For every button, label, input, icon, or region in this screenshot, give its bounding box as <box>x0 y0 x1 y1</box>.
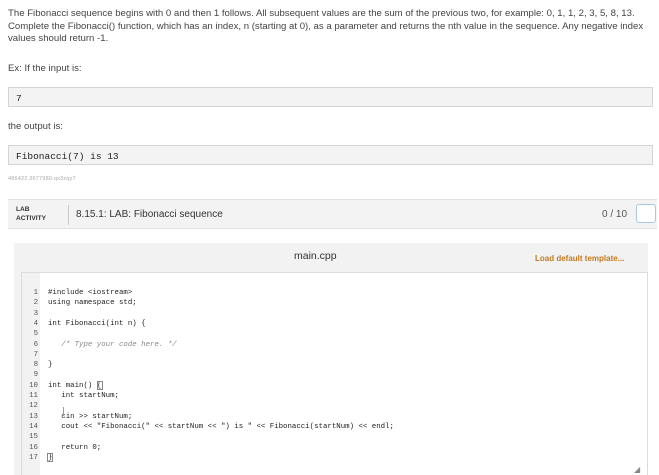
line-number: 9 <box>33 371 38 380</box>
completion-checkbox-icon <box>636 204 656 223</box>
lab-activity-tag: LAB ACTIVITY <box>16 206 46 223</box>
line-number: 6 <box>33 340 38 349</box>
lab-tag-line1: LAB <box>16 206 30 213</box>
lab-score: 0 / 10 <box>602 209 628 220</box>
problem-description: The Fibonacci sequence begins with 0 and… <box>8 8 653 46</box>
code-line: return 0; <box>48 443 102 452</box>
example-output-label: the output is: <box>8 121 63 132</box>
code-line: cin >> startNum; <box>48 412 133 421</box>
line-number: 3 <box>33 309 38 318</box>
indent-guide <box>63 407 64 416</box>
brace-match-highlight <box>47 452 53 462</box>
code-editor[interactable]: 1 #include <iostream> 2 using namespace std… <box>21 272 648 475</box>
code-line: using namespace std; <box>48 299 137 308</box>
header-divider <box>68 205 69 225</box>
line-number: 17 <box>29 453 38 462</box>
line-number: 16 <box>29 443 38 452</box>
line-number: 10 <box>29 381 38 390</box>
code-line: #include <iostream> <box>48 289 133 297</box>
line-number: 2 <box>33 299 38 308</box>
lab-title: 8.15.1: LAB: Fibonacci sequence <box>76 209 223 220</box>
line-number: 8 <box>33 361 38 370</box>
line-number: 4 <box>33 319 38 328</box>
file-name: main.cpp <box>294 250 337 262</box>
line-number: 12 <box>29 402 38 411</box>
line-number: 14 <box>29 422 38 431</box>
code-line: cout << "Fibonacci(" << startNum << ") i… <box>48 422 394 431</box>
example-output-box: Fibonacci(7) is 13 <box>8 145 653 165</box>
line-number: 5 <box>33 330 38 339</box>
example-input-box: 7 <box>8 87 653 107</box>
code-line: /* Type your code here. */ <box>48 340 177 349</box>
code-line: int startNum; <box>48 392 119 400</box>
code-line: } <box>48 361 53 370</box>
line-number: 13 <box>29 412 38 421</box>
content-hash: 486422.3677980.qx3zqy7 <box>8 176 76 182</box>
description-paragraph: The Fibonacci sequence begins with 0 and… <box>8 8 644 45</box>
code-line: int Fibonacci(int n) { <box>48 319 146 328</box>
code-line: int main() { <box>48 381 102 390</box>
brace-match-highlight <box>97 380 103 390</box>
line-number: 7 <box>33 350 38 359</box>
line-number: 15 <box>29 433 38 442</box>
example-input-label: Ex: If the input is: <box>8 63 82 74</box>
load-default-template-link[interactable]: Load default template... <box>535 254 624 263</box>
resize-handle-icon[interactable]: ◢ <box>634 465 640 474</box>
lab-activity-header: LAB ACTIVITY 8.15.1: LAB: Fibonacci sequ… <box>8 199 657 229</box>
line-number: 1 <box>33 289 38 297</box>
line-number: 11 <box>29 392 38 400</box>
lab-tag-line2: ACTIVITY <box>16 214 47 222</box>
